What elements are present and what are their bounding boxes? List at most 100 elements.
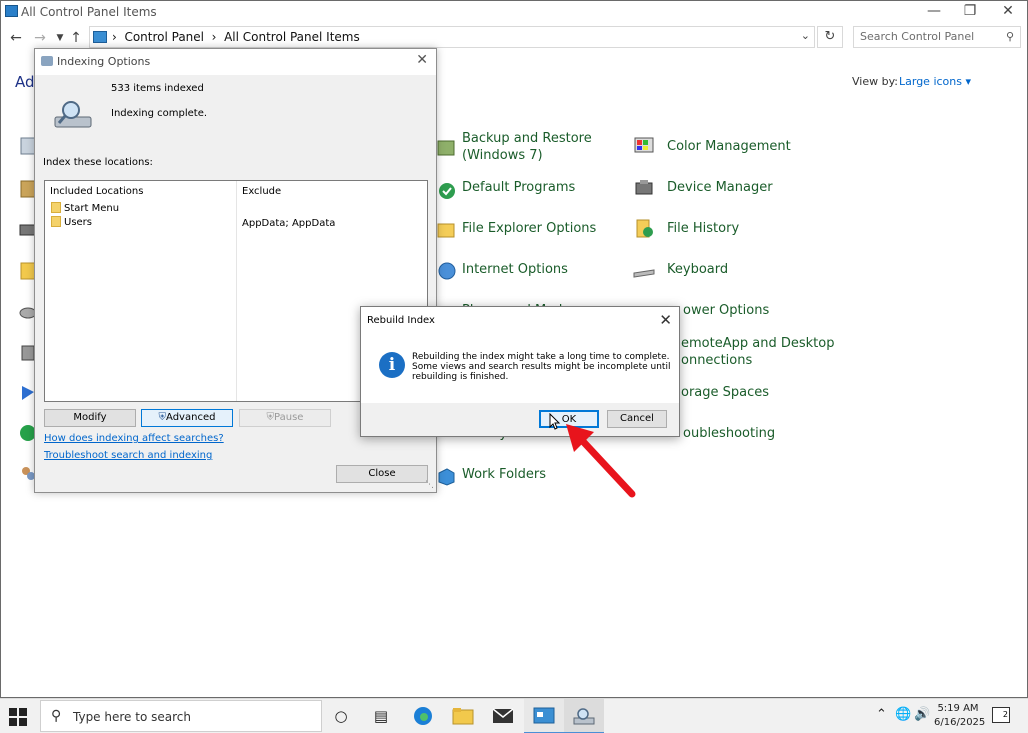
show-hidden-icons-icon[interactable]: ⌃ [876,707,887,722]
control-panel-icon [5,5,18,17]
troubleshoot-indexing-link[interactable]: Troubleshoot search and indexing [44,450,212,461]
windows-start-icon[interactable] [9,708,27,726]
location-users: Users [64,217,93,228]
keyboard-icon[interactable] [633,260,655,282]
indexing-taskbar-icon [573,708,595,725]
view-by-label: View by: [852,75,898,88]
internet-options-icon[interactable] [435,260,457,282]
pause-button[interactable]: ⛨Pause [239,409,331,427]
breadcrumb: › Control Panel › All Control Panel Item… [112,30,360,44]
folder-icon [51,202,61,213]
keyboard-link[interactable]: Keyboard [667,261,728,278]
notifications-icon[interactable]: 2 [992,707,1010,723]
remoteapp-link[interactable]: emoteApp and Desktop onnections [681,335,834,369]
minimize-button[interactable]: — [915,1,953,23]
clock-time: 5:19 AM [937,703,979,714]
window-title: All Control Panel Items [21,5,157,19]
troubleshooting-link[interactable]: oubleshooting [683,425,775,442]
modify-button[interactable]: Modify [44,409,136,427]
message-line: Some views and search results might be i… [412,362,671,372]
internet-options-link[interactable]: Internet Options [462,261,568,278]
breadcrumb-all-items[interactable]: All Control Panel Items [224,30,360,44]
rebuild-body: i Rebuilding the index might take a long… [361,335,679,403]
refresh-icon[interactable]: ↻ [817,26,843,48]
edge-icon[interactable] [412,705,434,727]
close-window-button[interactable]: ✕ [989,1,1027,23]
folder-icon [51,216,61,227]
clock-date: 6/16/2025 [934,717,986,728]
view-by-dropdown[interactable]: Large icons ▾ [899,75,971,88]
shield-icon: ⛨ [266,412,275,423]
shield-icon: ⛨ [158,412,167,423]
resize-grip-icon[interactable]: ⋱ [425,480,434,490]
red-arrow-annotation [566,424,636,498]
network-globe-icon[interactable]: 🌐 [895,707,911,722]
taskbar: ⚲ Type here to search ○ ▤ ⌃ 🌐 🔊 5:19 AM … [0,698,1028,733]
message-line: Rebuilding the index might take a long t… [412,352,670,362]
message-line: rebuilding is finished. [412,372,509,382]
index-locations-label: Index these locations: [43,157,153,168]
search-icon: ⚲ [1005,30,1014,43]
title-bar: All Control Panel Items — ❐ ✕ [1,1,1027,23]
default-programs-icon[interactable] [435,179,457,201]
color-management-link[interactable]: Color Management [667,138,791,155]
advanced-label: Advanced [166,412,216,423]
col-included-locations[interactable]: Included Locations [50,186,143,197]
remoteapp-line-1: emoteApp and Desktop [681,336,835,351]
storage-spaces-link[interactable]: orage Spaces [681,384,769,401]
indexing-options-icon [41,56,53,66]
view-by-value: Large icons [899,75,962,88]
file-explorer-options-link[interactable]: File Explorer Options [462,220,596,237]
notification-count: 2 [1002,710,1008,719]
file-explorer-icon[interactable] [452,706,474,726]
device-manager-link[interactable]: Device Manager [667,179,773,196]
search-icon: ⚲ [51,708,62,724]
remoteapp-line-2: onnections [681,353,753,368]
backup-restore-link[interactable]: Backup and Restore (Windows 7) [462,130,612,164]
col-exclude[interactable]: Exclude [242,186,281,197]
rebuild-message: Rebuilding the index might take a long t… [412,352,671,382]
rebuild-index-dialog: Rebuild Index ✕ i Rebuilding the index m… [360,306,680,437]
address-dropdown-icon[interactable]: ⌄ [801,29,810,42]
address-bar[interactable]: › Control Panel › All Control Panel Item… [89,26,815,48]
control-panel-crumb-icon [93,31,107,43]
file-history-link[interactable]: File History [667,220,739,237]
search-control-panel-input[interactable]: Search Control Panel ⚲ [853,26,1021,48]
close-button[interactable]: Close [336,465,428,483]
work-folders-link[interactable]: Work Folders [462,466,546,483]
file-explorer-options-icon[interactable] [435,219,457,241]
file-history-icon[interactable] [633,217,655,239]
taskbar-search-input[interactable]: ⚲ Type here to search [40,700,322,732]
rebuild-close-icon[interactable]: ✕ [659,311,672,329]
task-view-icon[interactable]: ▤ [371,706,391,726]
device-manager-icon[interactable] [633,176,655,198]
indexing-title: Indexing Options [57,55,151,68]
maximize-button[interactable]: ❐ [951,1,989,23]
advanced-button[interactable]: ⛨Advanced [141,409,233,427]
table-row[interactable]: Users [51,216,92,228]
location-start-menu: Start Menu [64,203,120,214]
table-row[interactable]: Start Menu [51,202,119,214]
color-management-icon[interactable] [633,134,655,156]
taskbar-clock[interactable]: 5:19 AM 6/16/2025 [934,702,986,730]
included-column [45,181,237,401]
cortana-icon[interactable]: ○ [331,706,351,726]
forward-arrow-icon[interactable]: → [31,29,49,47]
default-programs-link[interactable]: Default Programs [462,179,575,196]
search-placeholder: Search Control Panel [860,30,975,43]
back-arrow-icon[interactable]: ← [7,29,25,47]
volume-icon[interactable]: 🔊 [914,707,930,722]
breadcrumb-control-panel[interactable]: Control Panel [124,30,204,44]
mail-icon[interactable] [492,707,514,725]
indexing-affect-searches-link[interactable]: How does indexing affect searches? [44,433,224,444]
power-options-link[interactable]: ower Options [683,302,769,319]
backup-restore-icon[interactable] [435,137,457,159]
work-folders-icon[interactable] [435,465,457,487]
indexing-close-icon[interactable]: ✕ [416,52,428,68]
rebuild-title-bar: Rebuild Index ✕ [361,307,679,335]
rebuild-title: Rebuild Index [367,315,435,326]
users-exclude-value: AppData; AppData [242,218,336,229]
up-arrow-icon[interactable]: ↑ [67,29,85,47]
pause-label: Pause [274,412,304,423]
taskbar-search-placeholder: Type here to search [73,710,191,724]
